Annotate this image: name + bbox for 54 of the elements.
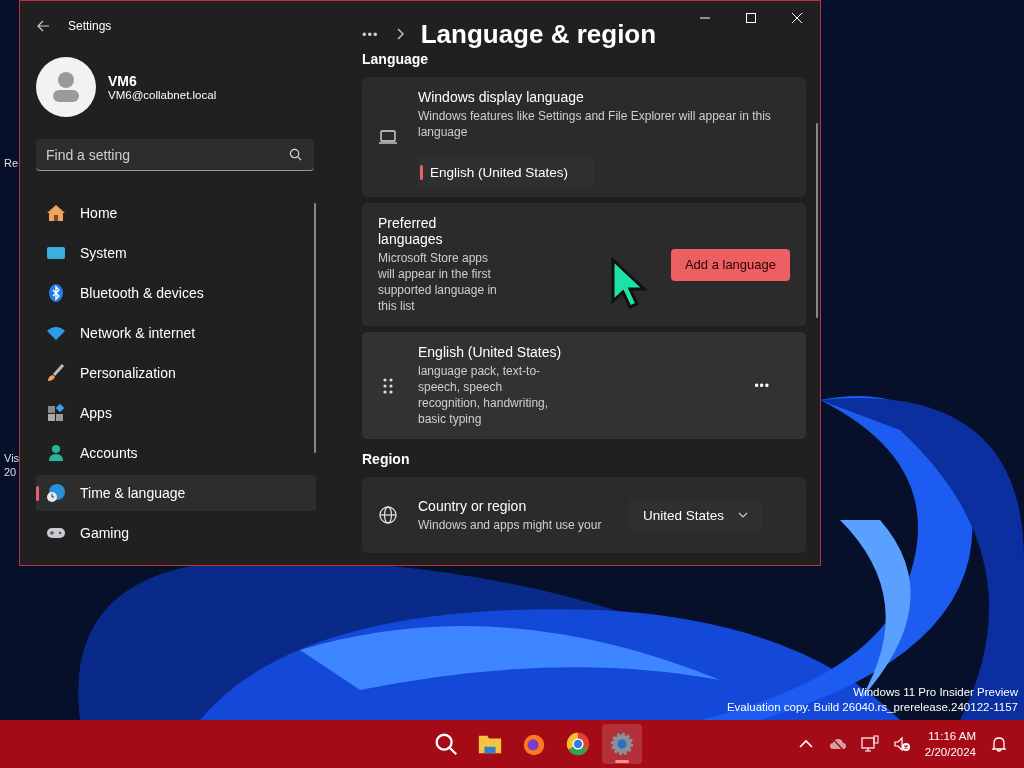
account-name: VM6	[108, 73, 138, 89]
language-row[interactable]: English (United States) language pack, text-to-speech, speech recognition, handwriting, basic typing •••	[362, 332, 806, 440]
desktop-icon-label[interactable]: Re	[4, 157, 19, 170]
close-icon	[791, 12, 803, 24]
search-field[interactable]: Find a setting	[36, 139, 314, 171]
account-email: VM6@collabnet.local	[108, 89, 217, 101]
section-heading: Region	[362, 451, 411, 468]
window-title: Settings	[68, 19, 112, 33]
sidebar-item[interactable]: Accounts	[36, 435, 316, 471]
page-title: Language & region	[420, 18, 657, 50]
globe-clock-icon	[46, 483, 66, 503]
language-dropdown[interactable]: English (United States)	[418, 157, 594, 188]
house-icon	[46, 203, 66, 223]
card-description: Windows and apps might use your	[418, 516, 603, 533]
card-title: Preferred languages	[378, 215, 444, 248]
network-icon[interactable]	[860, 735, 879, 753]
gear-icon	[609, 731, 635, 757]
search-icon[interactable]	[289, 148, 302, 161]
sidebar-item[interactable]: Personalization	[36, 355, 316, 391]
more-options-button[interactable]: •••	[754, 378, 790, 393]
sidebar-item[interactable]: Apps	[36, 395, 316, 431]
watermark-text: Evaluation copy. Build 26040.rs_prerelease.240122-1157	[726, 700, 1018, 715]
bluetooth-icon	[46, 283, 66, 303]
sidebar-item[interactable]: System	[36, 235, 316, 271]
card-title: Country or region	[418, 497, 528, 514]
desktop-icon-label[interactable]: 20	[4, 466, 17, 479]
globe-icon	[378, 505, 398, 526]
brush-icon	[46, 363, 66, 383]
card-description: Microsoft Store apps will appear in the first supported language in this list	[378, 250, 498, 315]
region-dropdown[interactable]: United States	[628, 499, 762, 532]
card-description: language pack, text-to-speech, speech recognition, handwriting, basic typing	[418, 363, 550, 428]
scrollbar[interactable]	[816, 123, 818, 318]
bell-icon[interactable]	[990, 735, 1008, 753]
maximize-icon	[745, 12, 757, 24]
apps-icon	[46, 403, 66, 423]
card-title: English (United States)	[418, 344, 563, 361]
card-title: Windows display language	[418, 89, 585, 106]
back-arrow-icon[interactable]	[36, 19, 50, 33]
clock-date[interactable]: 2/20/2024	[924, 744, 976, 760]
avatar-icon[interactable]	[36, 57, 96, 117]
sidebar-item[interactable]: Time & language	[36, 475, 316, 511]
scrollbar[interactable]	[314, 203, 316, 453]
section-heading: Language	[362, 51, 430, 68]
card-description: Windows features like Settings and File Explorer will appear in this language	[418, 108, 772, 141]
person-icon	[46, 443, 66, 463]
add-language-button[interactable]: Add a language	[670, 248, 790, 281]
breadcrumb-more[interactable]: •••	[362, 26, 379, 42]
search-icon	[433, 731, 459, 757]
sidebar-item[interactable]: Network & internet	[36, 315, 316, 351]
clock-time[interactable]: 11:16 AM	[928, 728, 976, 744]
sidebar-item[interactable]: Gaming	[36, 515, 316, 551]
browser-circle-icon	[565, 731, 591, 757]
desktop-icon-label[interactable]: Vis	[4, 452, 20, 465]
speaker-muted-icon[interactable]	[892, 735, 911, 753]
